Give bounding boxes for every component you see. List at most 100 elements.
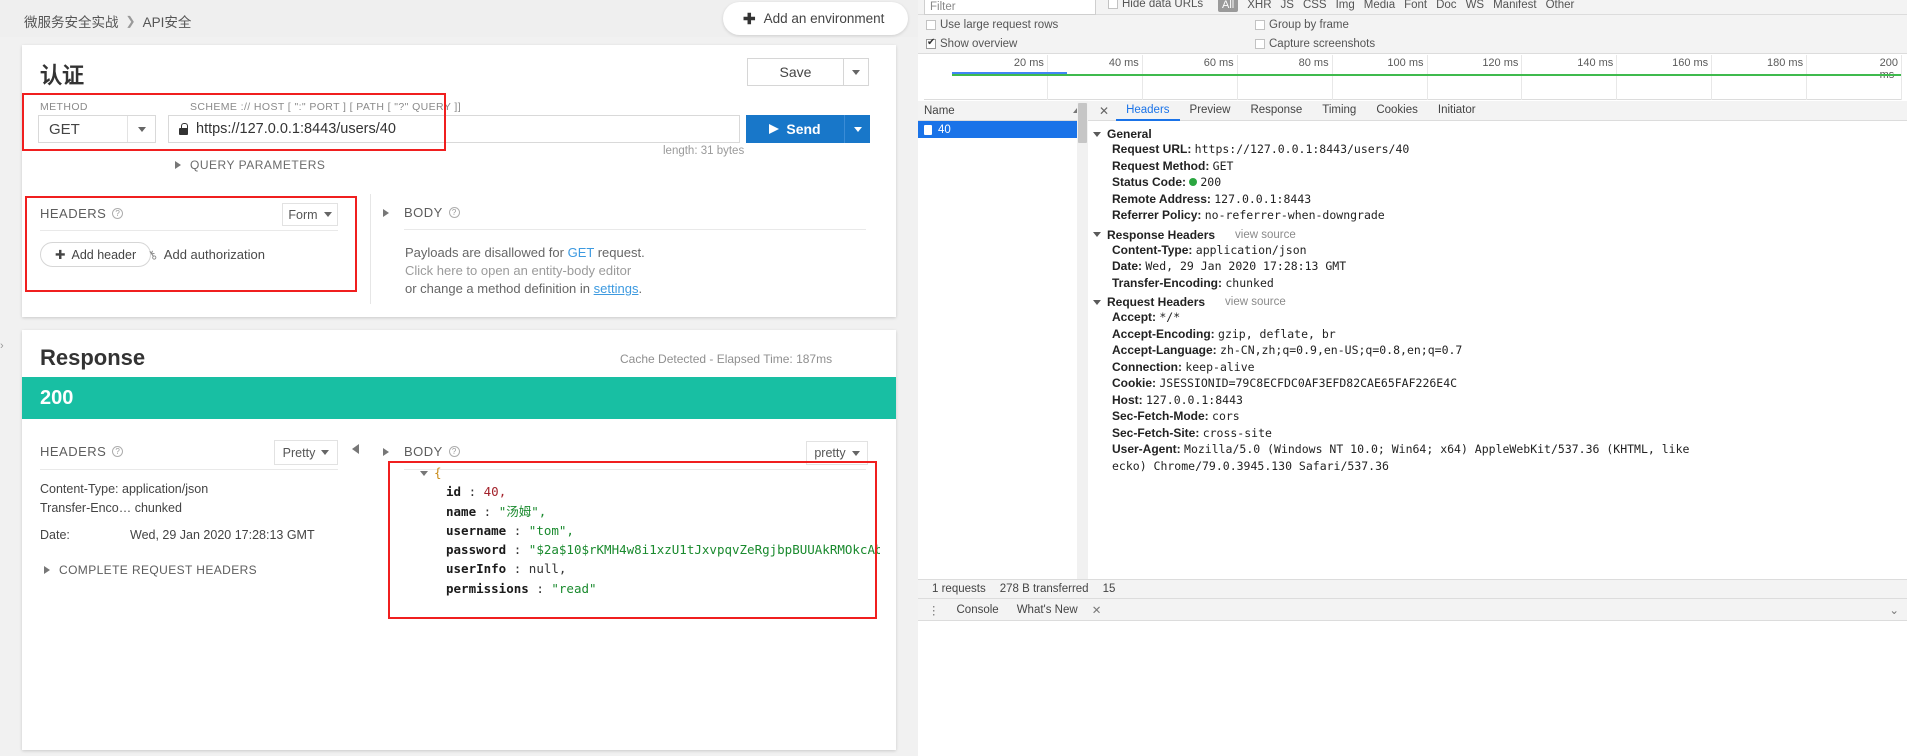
send-label: Send bbox=[786, 121, 821, 137]
response-body-toggle-icon[interactable] bbox=[383, 448, 389, 456]
tab-preview[interactable]: Preview bbox=[1180, 101, 1241, 121]
tab-cookies[interactable]: Cookies bbox=[1366, 101, 1428, 121]
response-json-viewer[interactable]: {id : 40, name : "汤姆", username : "tom", pa… bbox=[392, 463, 880, 756]
group-by-frame-checkbox[interactable]: Group by frame bbox=[1255, 19, 1349, 31]
section-title-text: Request Headers bbox=[1107, 295, 1206, 309]
tab-whats-new[interactable]: What's New bbox=[1009, 604, 1086, 616]
json-key: id bbox=[446, 484, 462, 500]
type-filter-js[interactable]: JS bbox=[1281, 0, 1294, 11]
type-filter-xhr[interactable]: XHR bbox=[1247, 0, 1271, 11]
help-icon[interactable]: ? bbox=[112, 208, 124, 219]
network-overview-timeline[interactable]: 20 ms 40 ms 60 ms 80 ms 100 ms 120 ms 140 ms 16… bbox=[924, 55, 1902, 100]
headers-section-title[interactable]: General bbox=[1088, 127, 1907, 141]
more-options-icon[interactable]: ⋮ bbox=[922, 603, 947, 617]
tab-timing[interactable]: Timing bbox=[1312, 101, 1366, 121]
body-note-method-link[interactable]: GET bbox=[568, 245, 595, 260]
drawer-tabs[interactable]: ⋮ Console What's New ✕ ⌄ bbox=[918, 599, 1907, 621]
headers-section-title[interactable]: Response Headers view source bbox=[1088, 228, 1907, 242]
method-select[interactable]: GET bbox=[38, 115, 156, 143]
show-overview-checkbox[interactable]: Show overview bbox=[926, 37, 1017, 50]
view-source-link[interactable]: view source bbox=[1225, 296, 1286, 308]
request-list-row[interactable]: 40 bbox=[918, 121, 1087, 138]
body-note-editor[interactable]: Click here to open an entity-body editor bbox=[405, 263, 631, 278]
json-line: { bbox=[392, 463, 880, 482]
add-authorization-label: Add authorization bbox=[163, 247, 265, 262]
header-item: ecko) Chrome/79.0.3945.130 Safari/537.36 bbox=[1088, 458, 1907, 475]
send-dropdown-button[interactable] bbox=[844, 115, 870, 143]
send-button[interactable]: Send bbox=[746, 115, 844, 143]
body-note-settings-post: . bbox=[638, 281, 643, 296]
overview-load-line bbox=[952, 74, 1901, 76]
type-filter-manifest[interactable]: Manifest bbox=[1493, 0, 1536, 11]
header-value: 127.0.0.1:8443 bbox=[1214, 191, 1312, 206]
save-dropdown-button[interactable] bbox=[843, 58, 869, 86]
headers-format-select[interactable]: Form bbox=[282, 203, 338, 226]
body-section-toggle-icon[interactable] bbox=[383, 209, 389, 217]
capture-screenshots-checkbox[interactable]: Capture screenshots bbox=[1255, 38, 1375, 50]
save-button[interactable]: Save bbox=[747, 58, 843, 86]
header-value: 200 bbox=[1200, 175, 1222, 189]
header-value: application/json bbox=[1195, 242, 1307, 257]
detail-tabs[interactable]: ✕ Headers Preview Response Timing Cookies Ini… bbox=[1088, 101, 1907, 121]
help-icon[interactable]: ? bbox=[448, 207, 460, 218]
view-source-link[interactable]: view source bbox=[1235, 229, 1296, 241]
close-drawer-tab-icon[interactable]: ✕ bbox=[1092, 603, 1102, 617]
send-icon bbox=[769, 124, 780, 134]
header-value: 127.0.0.1:8443 bbox=[1146, 392, 1243, 407]
url-input[interactable]: https://127.0.0.1:8443/users/40 bbox=[168, 115, 740, 143]
type-filter-css[interactable]: CSS bbox=[1303, 0, 1327, 11]
tab-initiator[interactable]: Initiator bbox=[1428, 101, 1486, 121]
type-filter-ws[interactable]: WS bbox=[1466, 0, 1485, 11]
type-filter-media[interactable]: Media bbox=[1364, 0, 1395, 11]
overview-gridline bbox=[1331, 55, 1333, 100]
complete-request-headers-toggle[interactable]: COMPLETE REQUEST HEADERS bbox=[44, 563, 257, 577]
use-large-request-rows-checkbox[interactable]: Use large request rows bbox=[926, 19, 1058, 31]
settings-link[interactable]: settings bbox=[594, 281, 639, 296]
overview-gridline bbox=[1711, 55, 1713, 100]
header-value: Wed, 29 Jan 2020 17:28:13 GMT bbox=[1145, 259, 1347, 273]
breadcrumb-root[interactable]: 微服务安全实战 bbox=[24, 11, 119, 31]
close-detail-icon[interactable]: ✕ bbox=[1092, 104, 1116, 118]
overview-tick-label: 200 ms bbox=[1879, 57, 1898, 81]
send-button-group[interactable]: Send bbox=[746, 115, 870, 143]
header-item: Sec-Fetch-Mode: cors bbox=[1088, 408, 1907, 425]
request-list-scrollbar[interactable] bbox=[1077, 101, 1088, 579]
request-list-header[interactable]: Name bbox=[918, 101, 1087, 121]
json-collapse-icon[interactable] bbox=[420, 471, 428, 476]
add-header-button[interactable]: ✚ Add header bbox=[40, 242, 152, 267]
type-filter-all[interactable]: All bbox=[1218, 0, 1239, 12]
request-detail-pane: ✕ Headers Preview Response Timing Cookies Ini… bbox=[1088, 101, 1907, 579]
save-button-group[interactable]: Save bbox=[747, 58, 869, 86]
header-item: Request Method: GET bbox=[1088, 158, 1907, 175]
collapse-left-icon[interactable] bbox=[352, 444, 359, 454]
hide-data-urls-label: Hide data URLs bbox=[1122, 0, 1204, 10]
scrollbar-thumb[interactable] bbox=[1078, 103, 1087, 143]
header-name: Remote Address: bbox=[1112, 191, 1215, 206]
response-headers-format-select[interactable]: Pretty bbox=[274, 440, 338, 465]
method-dropdown-button[interactable] bbox=[127, 116, 155, 142]
hide-data-urls-checkbox[interactable]: Hide data URLs bbox=[1108, 0, 1203, 10]
tab-headers[interactable]: Headers bbox=[1116, 101, 1180, 121]
breadcrumb-current[interactable]: API安全 bbox=[143, 11, 192, 31]
help-icon[interactable]: ? bbox=[112, 446, 124, 457]
add-authorization-button[interactable]: ⚷ Add authorization bbox=[145, 246, 265, 263]
type-filter-other[interactable]: Other bbox=[1546, 0, 1575, 11]
tab-response[interactable]: Response bbox=[1240, 101, 1312, 121]
tab-console[interactable]: Console bbox=[949, 604, 1007, 616]
headers-sections: General Request URL: https://127.0.0.1:84… bbox=[1088, 121, 1907, 474]
type-filter-doc[interactable]: Doc bbox=[1436, 0, 1456, 11]
filter-input[interactable]: Filter bbox=[924, 0, 1096, 15]
left-edge-collapse-handle[interactable]: › bbox=[0, 340, 4, 352]
help-icon[interactable]: ? bbox=[448, 446, 460, 457]
add-environment-button[interactable]: ✚ Add an environment bbox=[723, 2, 909, 35]
drawer-collapse-icon[interactable]: ⌄ bbox=[1889, 603, 1899, 617]
response-body-format-select[interactable]: pretty bbox=[806, 441, 868, 465]
json-line: permissions : "read" bbox=[392, 579, 880, 598]
json-separator: : bbox=[506, 542, 529, 558]
headers-section-title[interactable]: Request Headers view source bbox=[1088, 295, 1907, 309]
resource-type-filters[interactable]: All XHR JS CSS Img Media Font Doc WS Manifest Othe… bbox=[1218, 0, 1574, 12]
json-value: "汤姆", bbox=[498, 503, 547, 519]
type-filter-font[interactable]: Font bbox=[1404, 0, 1427, 11]
type-filter-img[interactable]: Img bbox=[1336, 0, 1355, 11]
query-parameters-toggle[interactable]: QUERY PARAMETERS bbox=[175, 158, 325, 172]
